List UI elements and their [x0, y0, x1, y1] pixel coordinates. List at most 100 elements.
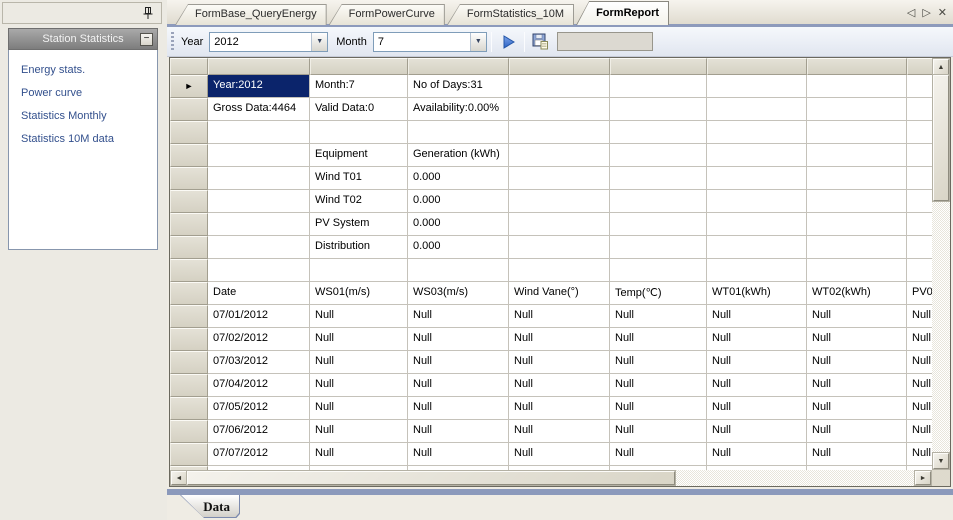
grid-cell[interactable] — [509, 213, 610, 236]
row-header[interactable] — [170, 420, 208, 443]
vertical-scrollbar[interactable]: ▲ ▼ — [932, 58, 950, 470]
column-header[interactable] — [907, 58, 932, 75]
grid-cell[interactable] — [807, 167, 907, 190]
grid-cell[interactable]: Null — [310, 374, 408, 397]
row-header[interactable] — [170, 328, 208, 351]
column-header[interactable] — [310, 58, 408, 75]
grid-cell[interactable] — [807, 259, 907, 282]
tab-scroll-right-icon[interactable]: ▷ — [922, 7, 930, 19]
tab-close-icon[interactable]: ✕ — [938, 7, 947, 19]
grid-cell[interactable]: Null — [408, 351, 509, 374]
grid-cell[interactable]: Null — [610, 374, 707, 397]
grid-cell[interactable] — [610, 167, 707, 190]
tab-formpowercurve[interactable]: FormPowerCurve — [329, 4, 445, 25]
grid-cell[interactable] — [807, 236, 907, 259]
grid-cell[interactable]: Null — [408, 397, 509, 420]
run-query-button[interactable] — [496, 31, 520, 53]
column-header[interactable] — [509, 58, 610, 75]
row-header[interactable] — [170, 282, 208, 305]
month-combobox-value[interactable]: 7 — [374, 33, 470, 51]
grid-cell[interactable]: Null — [707, 443, 807, 466]
grid-cell[interactable] — [707, 144, 807, 167]
grid-cell[interactable] — [509, 75, 610, 98]
grid-cell[interactable]: Null — [509, 397, 610, 420]
grid-cell[interactable]: Null — [610, 397, 707, 420]
grid-cell[interactable]: Date — [208, 282, 310, 305]
collapse-button[interactable]: − — [140, 33, 153, 46]
scroll-right-icon[interactable]: ► — [915, 471, 931, 485]
year-combobox-value[interactable]: 2012 — [210, 33, 311, 51]
grid-cell[interactable]: Null — [408, 443, 509, 466]
row-header[interactable]: ► — [170, 75, 208, 98]
row-header[interactable] — [170, 236, 208, 259]
grid-cell[interactable]: Gross Data:4464 — [208, 98, 310, 121]
grid-cell[interactable]: Null — [807, 420, 907, 443]
grid-cell[interactable]: Null — [310, 443, 408, 466]
grid-cell[interactable]: WS03(m/s) — [408, 282, 509, 305]
grid-cell[interactable] — [208, 190, 310, 213]
grid-cell[interactable] — [509, 236, 610, 259]
sidebar-item-statistics-10m-data[interactable]: Statistics 10M data — [9, 128, 157, 151]
column-header[interactable] — [807, 58, 907, 75]
tab-formstatistics_10m[interactable]: FormStatistics_10M — [447, 4, 574, 25]
grid-cell[interactable]: Availability:0.00% — [408, 98, 509, 121]
grid-cell[interactable]: Equipment — [310, 144, 408, 167]
grid-cell[interactable]: Valid Data:0 — [310, 98, 408, 121]
grid-cell[interactable]: Null — [707, 328, 807, 351]
chevron-down-icon[interactable]: ▼ — [311, 33, 327, 51]
grid-cell[interactable] — [408, 259, 509, 282]
grid-cell[interactable] — [610, 121, 707, 144]
grid-cell[interactable]: 07/02/2012 — [208, 328, 310, 351]
grid-cell[interactable]: Null — [610, 351, 707, 374]
chevron-down-icon[interactable]: ▼ — [470, 33, 486, 51]
grid-cell[interactable]: Null — [408, 420, 509, 443]
grid-cell[interactable] — [610, 190, 707, 213]
grid-cell[interactable] — [509, 167, 610, 190]
grid-cell[interactable]: PV System — [310, 213, 408, 236]
grid-cell[interactable] — [907, 190, 932, 213]
grid-cell[interactable]: Null — [807, 397, 907, 420]
grid-cell[interactable] — [707, 167, 807, 190]
grid-cell[interactable]: Wind T01 — [310, 167, 408, 190]
grid-cell[interactable]: 0.000 — [408, 190, 509, 213]
horizontal-scroll-thumb[interactable] — [187, 471, 675, 485]
grid-cell[interactable]: Null — [610, 420, 707, 443]
grid-cell[interactable]: Month:7 — [310, 75, 408, 98]
sidebar-item-energy-stats[interactable]: Energy stats. — [9, 59, 157, 82]
grid-cell[interactable] — [208, 167, 310, 190]
grid-cell[interactable] — [907, 259, 932, 282]
grid-cell[interactable] — [807, 213, 907, 236]
grid-cell[interactable] — [707, 190, 807, 213]
grid-cell[interactable] — [807, 190, 907, 213]
grid-cell[interactable] — [509, 259, 610, 282]
grid-cell[interactable]: 07/05/2012 — [208, 397, 310, 420]
grid-cell[interactable] — [509, 98, 610, 121]
grid-cell[interactable]: Null — [310, 305, 408, 328]
grid-cell[interactable]: 07/06/2012 — [208, 420, 310, 443]
grid-cell[interactable]: Null — [807, 443, 907, 466]
grid-cell[interactable]: Null — [509, 374, 610, 397]
grid-cell[interactable]: Null — [907, 328, 932, 351]
grid-cell[interactable] — [310, 259, 408, 282]
row-header[interactable] — [170, 98, 208, 121]
grid-cell[interactable]: WS01(m/s) — [310, 282, 408, 305]
row-header[interactable] — [170, 397, 208, 420]
grid-cell[interactable] — [610, 213, 707, 236]
grid-cell[interactable] — [907, 236, 932, 259]
grid-cell[interactable]: Null — [610, 443, 707, 466]
grid-cell[interactable] — [707, 213, 807, 236]
save-button[interactable] — [529, 31, 553, 53]
row-header[interactable] — [170, 167, 208, 190]
grid-cell[interactable]: WT01(kWh) — [707, 282, 807, 305]
sidebar-item-power-curve[interactable]: Power curve — [9, 82, 157, 105]
vertical-scroll-thumb[interactable] — [933, 75, 949, 201]
scroll-left-icon[interactable]: ◄ — [171, 471, 187, 485]
grid-cell[interactable]: 07/01/2012 — [208, 305, 310, 328]
row-header[interactable] — [170, 121, 208, 144]
grid-cell[interactable]: 07/03/2012 — [208, 351, 310, 374]
grid-cell[interactable]: Null — [509, 443, 610, 466]
grid-cell[interactable] — [610, 98, 707, 121]
horizontal-scrollbar[interactable]: ◄ ► — [170, 470, 932, 486]
grid-cell[interactable]: 0.000 — [408, 213, 509, 236]
grid-cell[interactable]: Null — [509, 420, 610, 443]
